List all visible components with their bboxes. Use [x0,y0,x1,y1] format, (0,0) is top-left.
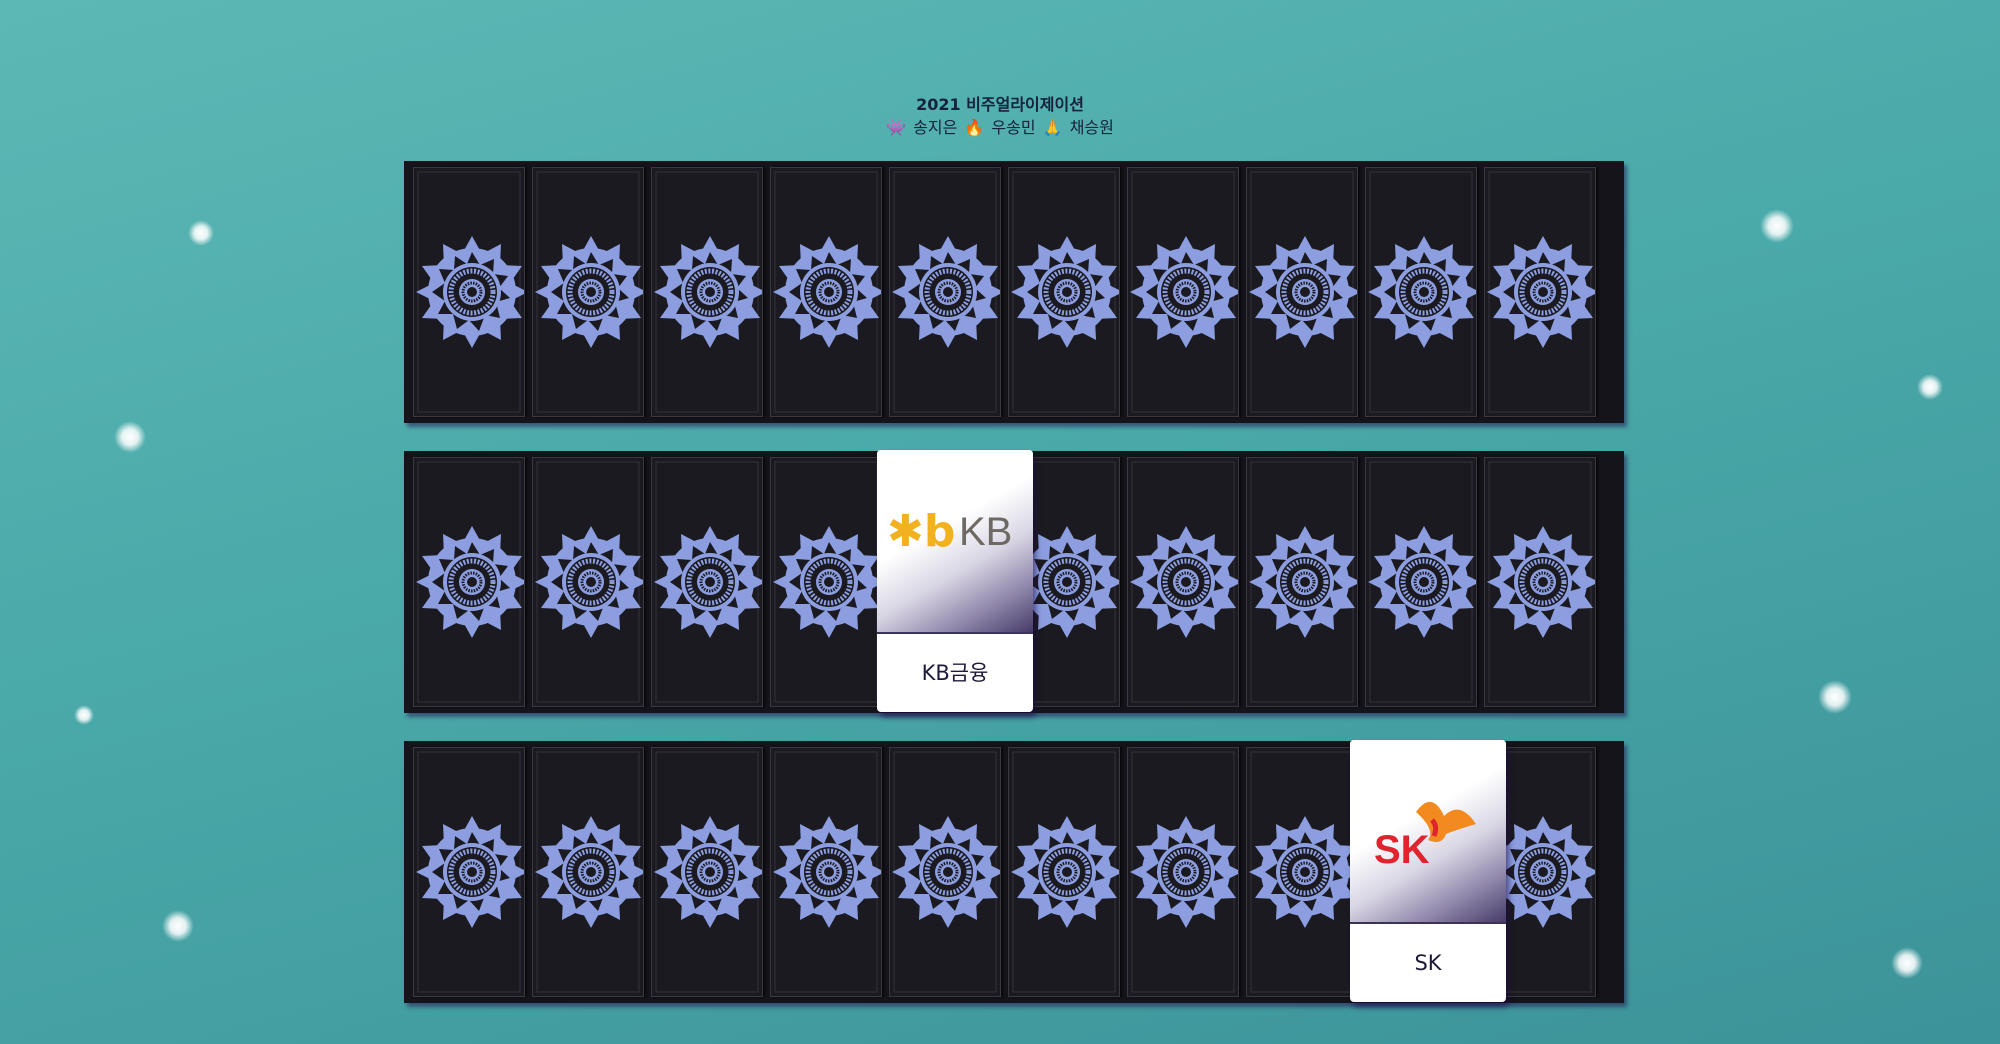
tarot-card[interactable] [651,747,763,997]
tarot-card-back-icon [771,748,881,996]
tarot-card[interactable] [1246,457,1358,707]
revealed-card[interactable]: SK SK [1350,740,1506,1002]
tarot-card[interactable] [413,167,525,417]
sparkle [188,220,214,246]
tarot-card-back-icon [1485,168,1595,416]
sk-logo-text: SK [1374,828,1430,872]
fire-icon: 🔥 [964,118,985,137]
company-name: SK [1414,951,1442,975]
kb-logo-icon: ✱b KB [887,506,1027,558]
tarot-card[interactable] [1484,457,1596,707]
tarot-card[interactable] [770,747,882,997]
tarot-card[interactable] [1246,167,1358,417]
sparkle [1760,209,1794,243]
tarot-card[interactable] [889,167,1001,417]
tarot-card-back-icon [1128,458,1238,706]
tarot-card[interactable] [1127,167,1239,417]
tarot-card[interactable] [770,457,882,707]
tarot-card[interactable] [413,747,525,997]
tarot-card-back-icon [771,458,881,706]
card-row-2: ✱b KB KB금융 [404,450,1624,713]
tarot-card[interactable] [1484,167,1596,417]
sparkle [1891,947,1923,979]
tarot-card-back-icon [1366,168,1476,416]
tarot-card-back-icon [1366,458,1476,706]
tarot-card-back-icon [1128,168,1238,416]
card-row-1 [404,161,1624,423]
tarot-card-back-icon [414,458,524,706]
sparkle [114,421,146,453]
tarot-card[interactable] [1365,457,1477,707]
tarot-card-back-icon [533,748,643,996]
kb-star-mark: ✱b [887,506,956,557]
card-row-3: SK SK [404,740,1624,1003]
tarot-card-back-icon [1247,168,1357,416]
credit-name: 채승원 [1069,118,1114,137]
tarot-card-back-icon [771,168,881,416]
tarot-card-back-icon [652,458,762,706]
tarot-card-back-icon [414,168,524,416]
tarot-card-back-icon [890,748,1000,996]
tarot-card[interactable] [1008,167,1120,417]
credit-name: 송지은 [913,118,958,137]
tarot-card[interactable] [651,167,763,417]
tarot-card-back-icon [1247,748,1357,996]
sk-butterfly-icon: SK [1372,790,1482,880]
tarot-card-back-icon [1009,748,1119,996]
credit-name: 우송민 [991,118,1036,137]
tarot-card[interactable] [1365,167,1477,417]
revealed-card[interactable]: ✱b KB KB금융 [877,450,1033,712]
sparkle [1917,374,1943,400]
company-name: KB금융 [921,661,989,685]
tarot-card-back-icon [1485,458,1595,706]
tarot-card-back-icon [652,748,762,996]
sparkle [162,910,194,942]
tarot-card-back-icon [1009,168,1119,416]
tarot-card-back-icon [1128,748,1238,996]
tarot-card-back-icon [533,168,643,416]
tarot-card[interactable] [532,747,644,997]
alien-monster-icon: 👾 [886,118,907,137]
sparkle [74,705,94,725]
tarot-card-back-icon [533,458,643,706]
page-header: 2021 비주얼라이제이션 👾 송지은 🔥 우송민 🙏 채승원 [0,94,2000,140]
tarot-card[interactable] [1246,747,1358,997]
tarot-card[interactable] [532,457,644,707]
tarot-card[interactable] [1127,457,1239,707]
tarot-card[interactable] [1008,747,1120,997]
folded-hands-icon: 🙏 [1042,118,1063,137]
tarot-card-back-icon [1247,458,1357,706]
tarot-card-back-icon [414,748,524,996]
tarot-card-back-icon [652,168,762,416]
tarot-card[interactable] [889,747,1001,997]
page-title: 2021 비주얼라이제이션 [916,95,1084,114]
tarot-card[interactable] [651,457,763,707]
sparkle [1818,680,1852,714]
tarot-card[interactable] [1127,747,1239,997]
credits: 👾 송지은 🔥 우송민 🙏 채승원 [0,116,2000,140]
company-logo-area: ✱b KB [877,450,1033,634]
tarot-card[interactable] [532,167,644,417]
tarot-card[interactable] [770,167,882,417]
company-logo-area: SK [1350,740,1506,924]
tarot-card-back-icon [890,168,1000,416]
kb-logo-text: KB [959,510,1013,554]
tarot-card[interactable] [413,457,525,707]
